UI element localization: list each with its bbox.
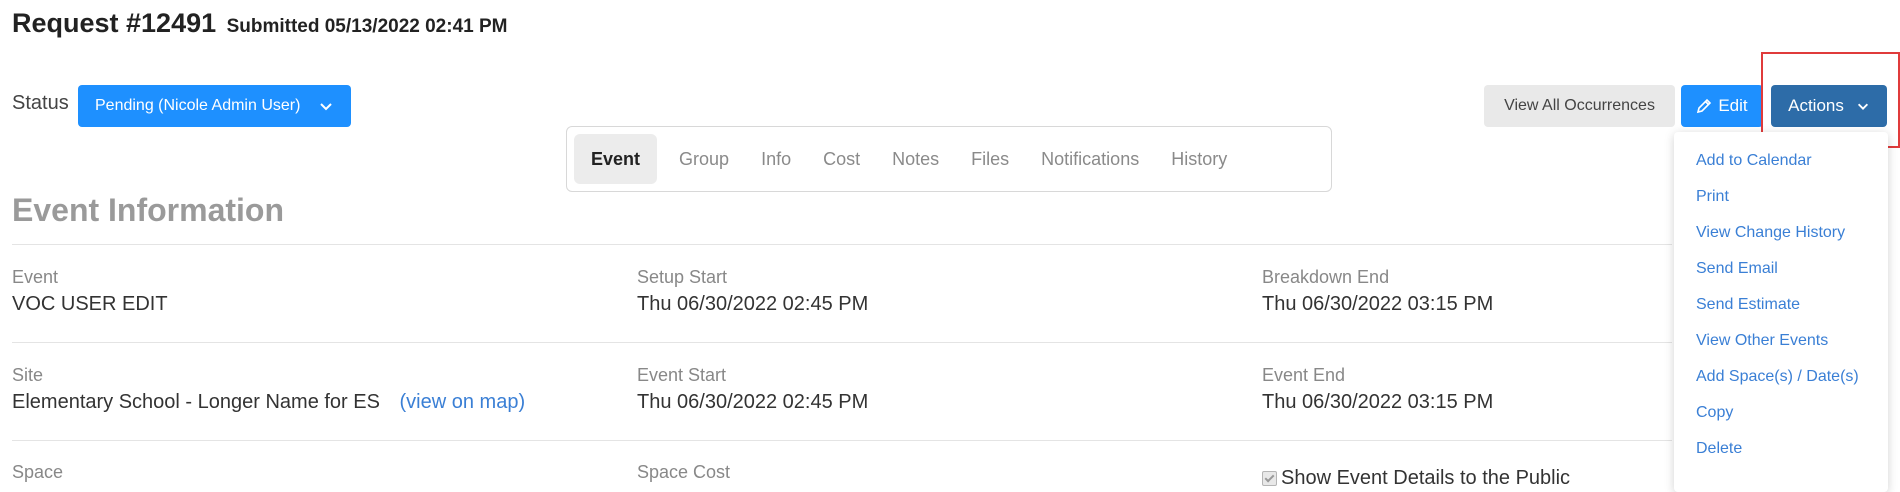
site-value: Elementary School - Longer Name for ES (12, 391, 380, 413)
event-end-value: Thu 06/30/2022 03:15 PM (1262, 391, 1494, 413)
tab-notes[interactable]: Notes (876, 134, 955, 184)
tab-event[interactable]: Event (574, 134, 658, 184)
edit-button[interactable]: Edit (1681, 85, 1763, 127)
menu-item-delete[interactable]: Delete (1696, 440, 1742, 458)
space-cost-label: Space Cost (637, 462, 731, 482)
submitted-timestamp: Submitted 05/13/2022 02:41 PM (226, 16, 508, 37)
show-public-row: Show Event Details to the Public (1262, 467, 1570, 490)
menu-item-add-spaces-dates[interactable]: Add Space(s) / Date(s) (1696, 368, 1859, 386)
menu-item-copy[interactable]: Copy (1696, 404, 1733, 422)
site-label: Site (12, 365, 44, 385)
tab-bar: Event Group Info Cost Notes Files Notifi… (566, 126, 1332, 192)
event-end-label: Event End (1262, 365, 1346, 385)
tab-history[interactable]: History (1155, 134, 1243, 184)
pencil-icon (1697, 98, 1712, 114)
show-public-checkbox[interactable] (1262, 471, 1277, 487)
menu-item-view-other-events[interactable]: View Other Events (1696, 332, 1828, 350)
tab-info[interactable]: Info (745, 134, 807, 184)
space-label: Space (12, 462, 64, 482)
setup-start-value: Thu 06/30/2022 02:45 PM (637, 293, 869, 315)
breakdown-end-value: Thu 06/30/2022 03:15 PM (1262, 293, 1494, 315)
event-start-value: Thu 06/30/2022 02:45 PM (637, 391, 869, 413)
status-label: Status (12, 92, 69, 114)
status-dropdown-button[interactable]: Pending (Nicole Admin User) (78, 85, 351, 127)
page-title: Request #12491 (12, 8, 217, 38)
view-on-map-link[interactable]: (view on map) (400, 391, 526, 413)
breakdown-end-label: Breakdown End (1262, 267, 1390, 287)
divider (12, 440, 1672, 441)
menu-item-print[interactable]: Print (1696, 188, 1729, 206)
setup-start-label: Setup Start (637, 267, 728, 287)
divider (12, 244, 1672, 245)
tab-files[interactable]: Files (955, 134, 1025, 184)
event-label: Event (12, 267, 59, 287)
section-title: Event Information (12, 192, 285, 228)
event-start-label: Event Start (637, 365, 727, 385)
menu-item-view-change-history[interactable]: View Change History (1696, 224, 1845, 242)
status-value: Pending (Nicole Admin User) (95, 97, 301, 114)
divider (12, 342, 1672, 343)
site-value-row: Elementary School - Longer Name for ES (… (12, 391, 525, 414)
menu-item-send-email[interactable]: Send Email (1696, 260, 1778, 278)
tab-group[interactable]: Group (663, 134, 745, 184)
tab-cost[interactable]: Cost (807, 134, 876, 184)
edit-label: Edit (1718, 96, 1748, 115)
chevron-down-icon (320, 103, 333, 111)
view-all-occurrences-button[interactable]: View All Occurrences (1484, 85, 1675, 127)
menu-item-add-to-calendar[interactable]: Add to Calendar (1696, 152, 1812, 170)
event-value: VOC USER EDIT (12, 293, 168, 315)
page-header: Request #12491 Submitted 05/13/2022 02:4… (12, 8, 508, 39)
view-all-occurrences-label: View All Occurrences (1504, 97, 1655, 114)
menu-item-send-estimate[interactable]: Send Estimate (1696, 296, 1800, 314)
actions-dropdown-menu: Add to Calendar Print View Change Histor… (1674, 132, 1888, 492)
tab-notifications[interactable]: Notifications (1025, 134, 1155, 184)
